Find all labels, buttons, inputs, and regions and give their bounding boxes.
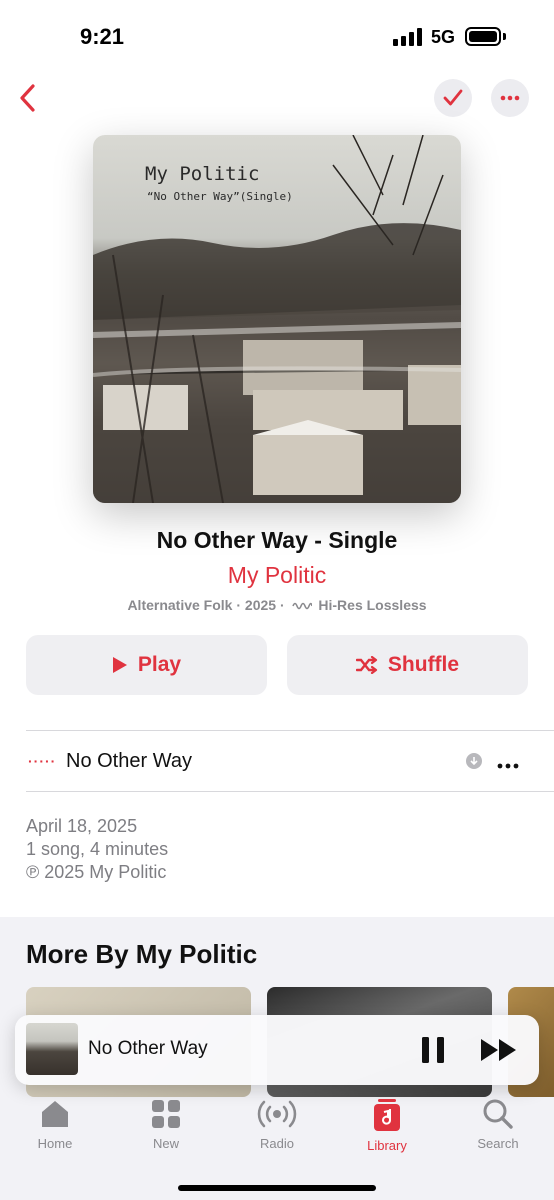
genre-year: Alternative Folk · 2025 · bbox=[127, 597, 285, 613]
network-type: 5G bbox=[431, 27, 456, 47]
cellular-signal-icon bbox=[393, 28, 423, 46]
artwork-subtitle: “No Other Way”(Single) bbox=[147, 190, 293, 203]
song-summary: 1 song, 4 minutes bbox=[26, 839, 169, 859]
ellipsis-icon bbox=[500, 95, 520, 101]
play-button[interactable]: Play bbox=[26, 635, 267, 695]
back-button[interactable] bbox=[10, 80, 46, 116]
tab-new[interactable]: New bbox=[126, 1098, 206, 1151]
added-to-library-button[interactable] bbox=[434, 79, 472, 117]
status-bar: 9:21 5G bbox=[0, 0, 554, 72]
tab-radio[interactable]: Radio bbox=[237, 1098, 317, 1151]
artist-link[interactable]: My Politic bbox=[0, 562, 554, 589]
mini-player-artwork bbox=[26, 1023, 78, 1075]
tab-bar: Home New Radio Library Search bbox=[0, 1090, 554, 1200]
tab-search[interactable]: Search bbox=[458, 1098, 538, 1151]
ellipsis-icon bbox=[497, 763, 519, 769]
battery-tip bbox=[503, 33, 506, 40]
skip-forward-icon[interactable] bbox=[479, 1037, 519, 1063]
shuffle-icon bbox=[355, 656, 378, 674]
album-artwork[interactable]: My Politic “No Other Way”(Single) bbox=[93, 135, 461, 503]
shuffle-button[interactable]: Shuffle bbox=[287, 635, 528, 695]
more-options-button[interactable] bbox=[491, 79, 529, 117]
lossless-icon bbox=[291, 602, 312, 610]
home-indicator[interactable] bbox=[178, 1185, 376, 1191]
tab-label: Radio bbox=[260, 1136, 294, 1151]
tab-label: Library bbox=[367, 1138, 407, 1153]
mini-player[interactable]: No Other Way bbox=[15, 1015, 539, 1085]
tab-label: Search bbox=[477, 1136, 519, 1151]
checkmark-icon bbox=[443, 89, 463, 106]
mini-player-title: No Other Way bbox=[88, 1038, 208, 1059]
copyright: ℗ 2025 My Politic bbox=[26, 862, 167, 882]
release-info: April 18, 2025 1 song, 4 minutes ℗ 2025 … bbox=[26, 815, 168, 884]
grid-icon bbox=[152, 1100, 180, 1128]
quality-label: Hi-Res Lossless bbox=[318, 597, 427, 613]
tab-home[interactable]: Home bbox=[15, 1098, 95, 1151]
downloaded-icon bbox=[466, 753, 482, 769]
track-title: No Other Way bbox=[66, 750, 192, 772]
home-icon bbox=[42, 1101, 68, 1127]
chevron-left-icon bbox=[20, 84, 35, 112]
shuffle-label: Shuffle bbox=[387, 653, 460, 676]
search-icon bbox=[483, 1099, 513, 1129]
album-meta: Alternative Folk · 2025 · Hi-Res Lossles… bbox=[0, 597, 554, 613]
release-date: April 18, 2025 bbox=[26, 816, 138, 836]
play-label: Play bbox=[137, 653, 182, 676]
tab-label: Home bbox=[37, 1136, 73, 1151]
divider bbox=[26, 791, 554, 792]
pause-icon[interactable] bbox=[420, 1035, 446, 1065]
radio-icon bbox=[257, 1100, 297, 1128]
track-more-button[interactable] bbox=[497, 749, 519, 775]
artwork-title: My Politic bbox=[145, 163, 260, 185]
status-time: 9:21 bbox=[80, 24, 125, 49]
library-icon bbox=[374, 1099, 400, 1131]
track-row[interactable]: ····· No Other Way bbox=[0, 731, 554, 791]
tab-label: New bbox=[152, 1136, 179, 1151]
play-icon bbox=[112, 657, 127, 673]
more-by-title[interactable]: More By My Politic bbox=[26, 939, 257, 970]
album-title: No Other Way - Single bbox=[156, 527, 398, 553]
now-playing-indicator-icon: ····· bbox=[28, 753, 57, 769]
tab-library[interactable]: Library bbox=[347, 1098, 427, 1153]
battery-icon bbox=[465, 27, 501, 46]
